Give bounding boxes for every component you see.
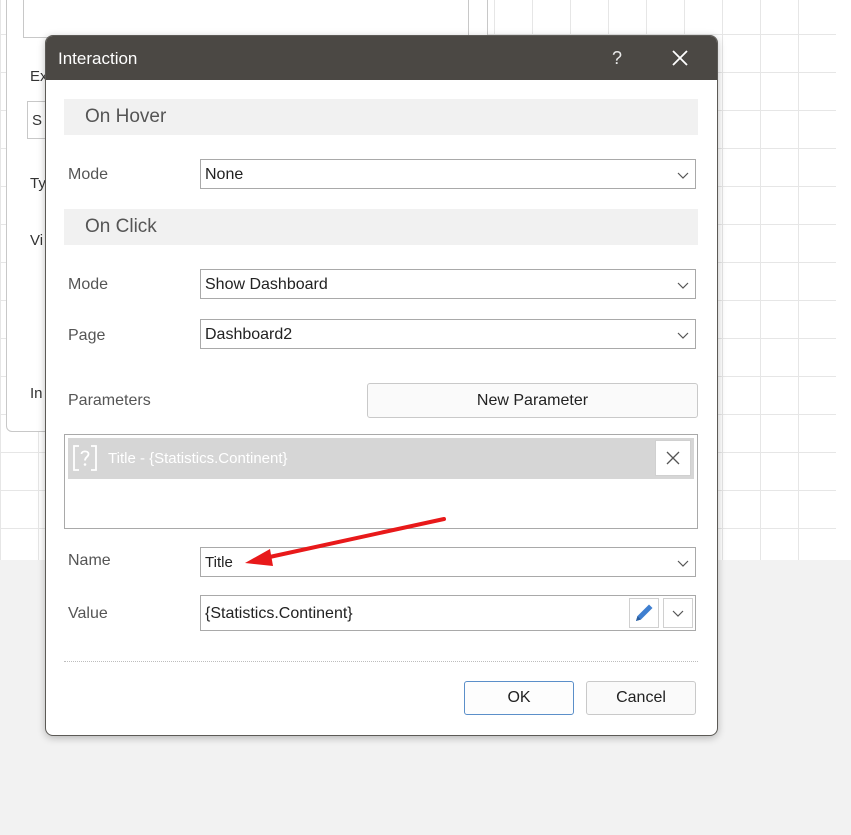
pencil-icon	[636, 604, 653, 621]
click-mode-select[interactable]: Show Dashboard	[200, 269, 696, 299]
background-label-ty: Ty	[30, 175, 46, 192]
cancel-button[interactable]: Cancel	[586, 681, 696, 715]
background-label-s: S	[32, 112, 43, 129]
close-icon	[666, 451, 680, 465]
name-value: Title	[205, 554, 233, 571]
value-dropdown-button[interactable]	[663, 598, 693, 628]
parameters-label: Parameters	[68, 392, 151, 409]
interaction-dialog: Interaction ? On Hover Mode None On Clic…	[45, 35, 718, 736]
close-icon	[672, 50, 688, 66]
value-text: {Statistics.Continent}	[205, 605, 353, 622]
name-select[interactable]: Title	[200, 547, 696, 577]
page-value: Dashboard2	[205, 326, 293, 343]
remove-parameter-button[interactable]	[655, 440, 691, 476]
value-field[interactable]: {Statistics.Continent}	[200, 595, 696, 631]
click-mode-label: Mode	[68, 276, 109, 293]
chevron-down-icon	[677, 172, 689, 179]
canvas-edge	[836, 0, 851, 560]
page-select[interactable]: Dashboard2	[200, 319, 696, 349]
chevron-down-icon	[677, 560, 689, 567]
on-click-title: On Click	[85, 216, 157, 237]
help-button[interactable]: ?	[605, 46, 629, 70]
background-label-vi: Vi	[30, 232, 44, 249]
on-click-section-header: On Click	[64, 209, 698, 245]
click-mode-value: Show Dashboard	[205, 276, 328, 293]
parameter-item-text: Title - {Statistics.Continent}	[108, 450, 288, 467]
hover-mode-value: None	[205, 166, 244, 183]
page-label: Page	[68, 327, 106, 344]
value-label: Value	[68, 605, 108, 622]
footer-separator	[64, 661, 698, 662]
edit-expression-button[interactable]	[629, 598, 659, 628]
close-button[interactable]	[668, 46, 692, 70]
name-label: Name	[68, 552, 111, 569]
hover-mode-select[interactable]: None	[200, 159, 696, 189]
on-hover-title: On Hover	[85, 106, 167, 127]
new-parameter-button[interactable]: New Parameter	[367, 383, 698, 418]
chevron-down-icon	[672, 610, 684, 617]
chevron-down-icon	[677, 332, 689, 339]
list-item[interactable]: Title - {Statistics.Continent}	[68, 438, 694, 479]
dialog-titlebar[interactable]: Interaction ?	[46, 36, 717, 80]
parameters-list[interactable]: Title - {Statistics.Continent}	[64, 434, 698, 529]
ok-button[interactable]: OK	[464, 681, 574, 715]
parameter-question-icon	[73, 445, 97, 471]
background-box	[23, 0, 469, 38]
background-label-in: In	[30, 385, 43, 402]
on-hover-section-header: On Hover	[64, 99, 698, 135]
chevron-down-icon	[677, 282, 689, 289]
hover-mode-label: Mode	[68, 166, 109, 183]
dialog-title: Interaction	[58, 49, 138, 68]
